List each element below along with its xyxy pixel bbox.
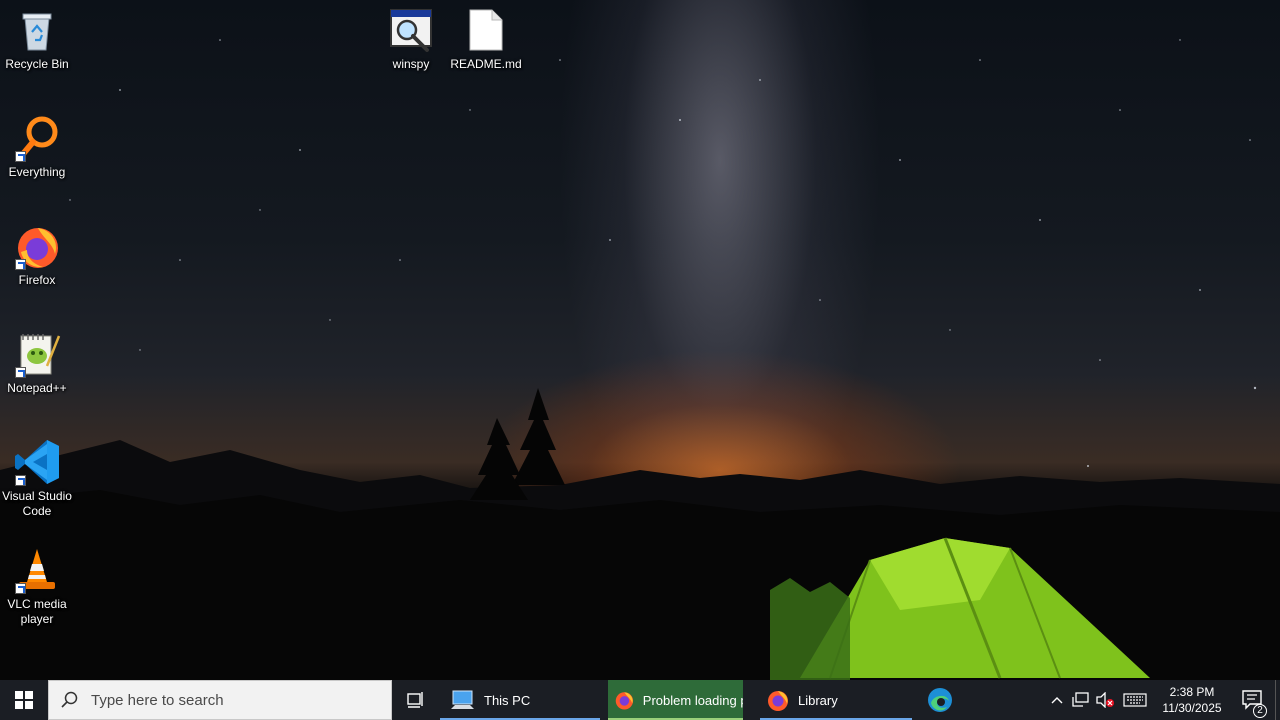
taskbar-app-label: Problem loading p... [642, 692, 743, 708]
desktop-icon-label: Recycle Bin [5, 57, 69, 71]
keyboard-icon [1123, 693, 1147, 707]
everything-search-icon [13, 114, 61, 162]
desktop-wallpaper [0, 0, 1280, 680]
desktop-icon-vlc[interactable]: VLC media player [0, 546, 75, 627]
desktop-icon-everything[interactable]: Everything [0, 114, 75, 180]
desktop-icon-firefox[interactable]: Firefox [0, 222, 75, 288]
search-icon [61, 691, 78, 708]
clock-time: 2:38 PM [1169, 685, 1215, 699]
desktop-icon-label: Firefox [18, 273, 56, 287]
shortcut-arrow-icon [15, 259, 26, 270]
show-hidden-icons-button[interactable] [1045, 696, 1069, 704]
search-placeholder: Type here to search [91, 691, 224, 709]
shortcut-arrow-icon [15, 583, 26, 594]
desktop-icon-vscode[interactable]: Visual Studio Code [0, 438, 75, 519]
shortcut-arrow-icon [15, 151, 26, 162]
shortcut-arrow-icon [15, 475, 26, 486]
task-view-icon [407, 692, 423, 708]
firefox-icon [768, 691, 788, 711]
vscode-icon [13, 438, 61, 486]
volume-tray-button[interactable] [1093, 692, 1117, 708]
chevron-up-icon [1051, 697, 1063, 704]
edge-icon [928, 688, 952, 712]
windows-logo-icon [15, 691, 33, 709]
firefox-icon [13, 222, 61, 270]
network-icon [1072, 692, 1089, 707]
taskbar-search-box[interactable]: Type here to search [48, 680, 392, 720]
taskbar: Type here to search This PC Problem load… [0, 680, 1280, 720]
recycle-bin-icon [13, 6, 61, 54]
winspy-icon [387, 6, 435, 54]
this-pc-icon [451, 690, 474, 709]
action-center-button[interactable]: 2 [1231, 690, 1275, 718]
start-button[interactable] [0, 680, 48, 720]
desktop-icon-label: README.md [450, 57, 522, 71]
touch-keyboard-button[interactable] [1117, 693, 1153, 707]
document-file-icon [462, 6, 510, 54]
vlc-icon [13, 546, 61, 594]
taskbar-app-label: Library [798, 692, 838, 708]
notification-count-badge: 2 [1253, 704, 1267, 718]
desktop-icon-label: Visual Studio Code [2, 489, 72, 518]
network-tray-button[interactable] [1069, 692, 1093, 708]
task-view-button[interactable] [392, 680, 440, 720]
wallpaper-landscape [0, 39, 1280, 680]
taskbar-clock[interactable]: 2:38 PM 11/30/2025 [1153, 684, 1231, 716]
desktop-icon-notepad-plus-plus[interactable]: Notepad++ [0, 330, 75, 396]
desktop-icon-label: VLC media player [7, 597, 67, 626]
taskbar-app-edge[interactable] [912, 680, 968, 720]
taskbar-app-this-pc[interactable]: This PC [440, 680, 600, 720]
taskbar-app-firefox-problem-loading[interactable]: Problem loading p... [608, 680, 743, 720]
taskbar-app-label: This PC [484, 692, 531, 708]
clock-date: 11/30/2025 [1162, 701, 1222, 715]
desktop-icon-label: Everything [8, 165, 66, 179]
desktop-icon-recycle-bin[interactable]: Recycle Bin [0, 6, 75, 72]
system-tray: 2:38 PM 11/30/2025 2 [1045, 680, 1280, 720]
notepad-plus-plus-icon [13, 330, 61, 378]
firefox-icon [615, 692, 634, 710]
taskbar-app-firefox-library[interactable]: Library [760, 680, 912, 720]
desktop-icon-readme[interactable]: README.md [448, 6, 524, 72]
volume-muted-icon [1096, 692, 1114, 708]
desktop-icon-label: Notepad++ [7, 381, 67, 395]
show-desktop-button[interactable] [1275, 680, 1280, 720]
desktop-icon-winspy[interactable]: winspy [373, 6, 449, 72]
shortcut-arrow-icon [15, 367, 26, 378]
desktop-icon-label: winspy [392, 57, 430, 71]
